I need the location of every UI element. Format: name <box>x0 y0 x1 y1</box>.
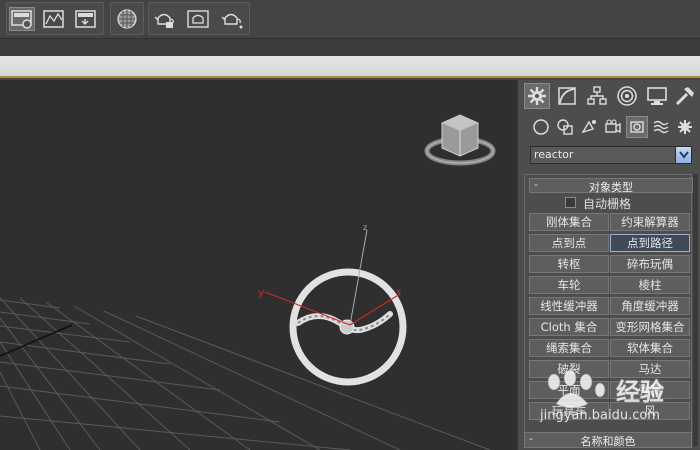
rendered-frame-icon[interactable] <box>41 7 67 31</box>
object-type-button[interactable]: 转枢 <box>529 255 609 273</box>
rollout-title: 对象类型 <box>589 181 633 194</box>
viewport-scene: z y x <box>0 114 496 450</box>
render-toolbar-group <box>6 2 104 35</box>
object-type-rollout-header[interactable]: - 对象类型 <box>529 178 693 194</box>
viewport-header-bar <box>0 56 700 78</box>
max-window: z y x reactor - 对象类型 自动栅格 刚体集合 约束解算器 点到点… <box>0 0 700 450</box>
axis-z-label: z <box>363 223 367 232</box>
panel-scrollbar[interactable] <box>693 174 698 446</box>
object-type-button[interactable]: Cloth 集合 <box>529 318 609 336</box>
shapes-icon[interactable] <box>554 116 576 138</box>
object-type-button[interactable]: 线性缓冲器 <box>529 297 609 315</box>
render-production-icon[interactable] <box>73 7 99 31</box>
display-tab-icon[interactable] <box>644 83 670 109</box>
object-type-button[interactable]: 风 <box>610 402 690 420</box>
render-frame-window-icon[interactable] <box>185 7 211 31</box>
main-toolbar <box>0 0 700 38</box>
space-warps-icon[interactable] <box>650 116 672 138</box>
motion-tab-icon[interactable] <box>614 83 640 109</box>
toolbar-separator <box>0 38 700 56</box>
autogrid-checkbox[interactable] <box>565 197 576 208</box>
create-category-tabs <box>530 116 694 138</box>
object-type-button[interactable]: 玩具车 <box>529 402 609 420</box>
object-type-button[interactable]: 车轮 <box>529 276 609 294</box>
lights-icon[interactable] <box>578 116 600 138</box>
object-type-button[interactable]: 弹簧 <box>610 381 690 399</box>
chevron-down-icon[interactable] <box>675 147 691 163</box>
object-type-button[interactable]: 破裂 <box>529 360 609 378</box>
hierarchy-tab-icon[interactable] <box>584 83 610 109</box>
quick-render-icon[interactable] <box>219 7 245 31</box>
object-type-button[interactable]: 绳索集合 <box>529 339 609 357</box>
object-type-button[interactable]: 点到路径 <box>610 234 690 252</box>
home-grid <box>0 297 491 450</box>
object-type-button[interactable]: 平面 <box>529 381 609 399</box>
name-color-rollout-header[interactable]: - 名称和颜色 <box>524 432 692 448</box>
teapot-toolbar-group <box>148 2 250 35</box>
rollout-title: 名称和颜色 <box>580 435 636 448</box>
axis-y-label: y <box>258 286 265 299</box>
utilities-tab-icon[interactable] <box>672 83 698 109</box>
render-setup-icon[interactable] <box>9 7 35 31</box>
systems-icon[interactable] <box>674 116 696 138</box>
grid-axis-line <box>0 324 73 357</box>
geometry-icon[interactable] <box>530 116 552 138</box>
rope-object[interactable] <box>295 311 393 335</box>
command-panel-tabs <box>522 82 698 110</box>
category-dropdown-value: reactor <box>534 148 574 161</box>
perspective-viewport[interactable]: z y x <box>0 80 516 450</box>
create-tab-icon[interactable] <box>524 83 550 109</box>
axis-x-label: x <box>396 287 402 297</box>
viewcube-icon[interactable] <box>424 114 496 166</box>
material-editor-icon[interactable] <box>114 7 140 31</box>
object-type-button[interactable]: 马达 <box>610 360 690 378</box>
category-dropdown[interactable]: reactor <box>530 146 692 164</box>
object-type-rollout: - 对象类型 自动栅格 刚体集合 约束解算器 点到点 点到路径 转枢 碎布玩偶 车轮 棱柱 线性… <box>524 174 693 446</box>
object-type-button[interactable]: 棱柱 <box>610 276 690 294</box>
object-type-button[interactable]: 点到点 <box>529 234 609 252</box>
object-type-button[interactable]: 刚体集合 <box>529 213 609 231</box>
object-type-button[interactable]: 变形网格集合 <box>610 318 690 336</box>
object-type-button[interactable]: 软体集合 <box>610 339 690 357</box>
helpers-icon[interactable] <box>626 116 648 138</box>
autogrid-label: 自动栅格 <box>583 197 632 211</box>
object-type-button[interactable]: 碎布玩偶 <box>610 255 690 273</box>
object-type-button[interactable]: 角度缓冲器 <box>610 297 690 315</box>
modify-tab-icon[interactable] <box>554 83 580 109</box>
object-type-button[interactable]: 约束解算器 <box>610 213 690 231</box>
command-panel: reactor - 对象类型 自动栅格 刚体集合 约束解算器 点到点 点到路径 转枢 碎布… <box>516 80 700 450</box>
render-teapot-icon[interactable] <box>151 7 177 31</box>
material-toolbar-group <box>110 2 144 35</box>
cameras-icon[interactable] <box>602 116 624 138</box>
